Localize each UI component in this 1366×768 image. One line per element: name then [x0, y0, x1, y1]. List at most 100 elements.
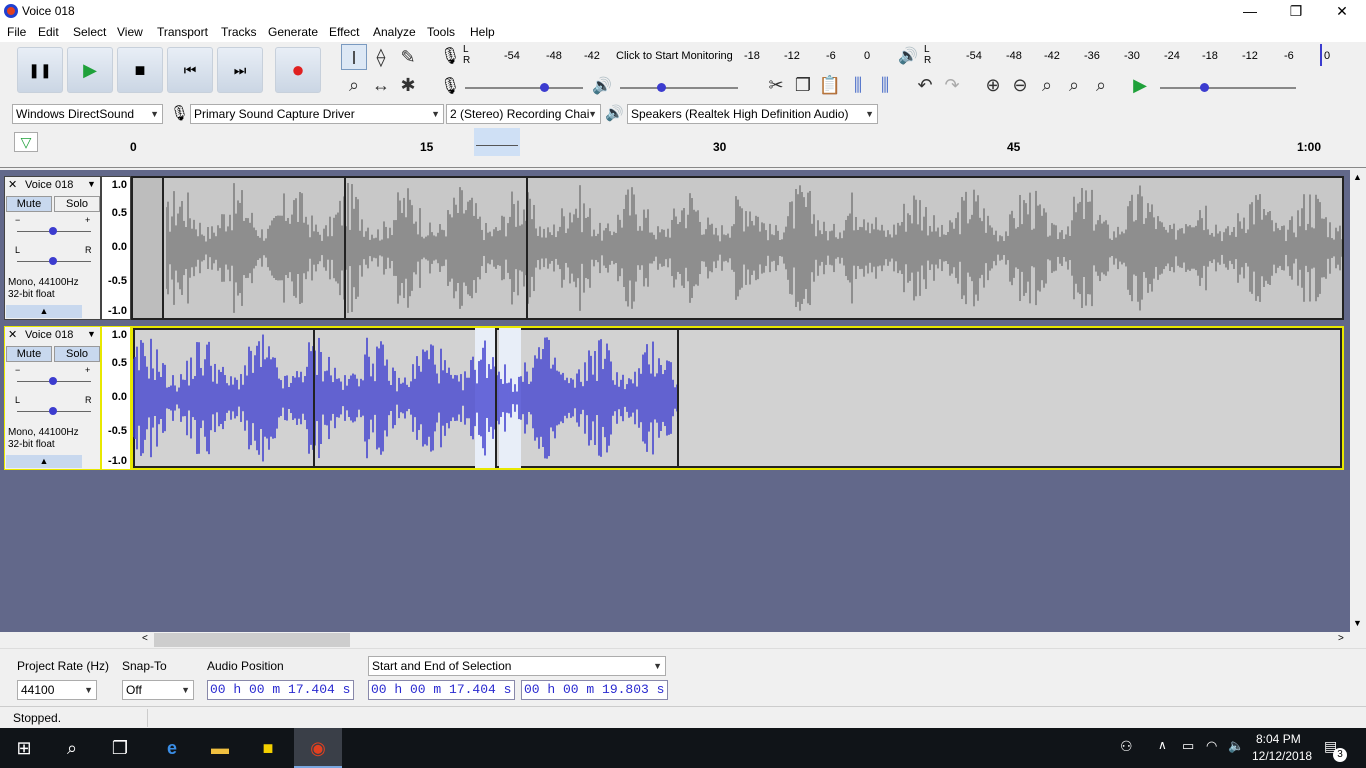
silence-button[interactable]: ⫼: [872, 72, 898, 98]
zoom-in-button[interactable]: ⊕: [980, 72, 1006, 98]
maximize-button[interactable]: ❐: [1273, 0, 1319, 22]
timeline-ruler[interactable]: ▽ 0 15 30 45 1:00: [0, 128, 1366, 168]
copy-button[interactable]: ❐: [790, 72, 816, 98]
undo-button[interactable]: ↶: [912, 72, 938, 98]
menu-view[interactable]: View: [117, 25, 143, 39]
chevron-down-icon[interactable]: ▼: [87, 179, 96, 189]
project-rate-select[interactable]: 44100 ▼: [17, 680, 97, 700]
record-volume-slider[interactable]: [465, 87, 583, 89]
paste-button[interactable]: 📋: [817, 72, 843, 98]
playback-volume-thumb[interactable]: [657, 83, 666, 92]
trim-button[interactable]: ⫼: [845, 72, 871, 98]
envelope-tool-button[interactable]: ⟠: [368, 44, 394, 70]
clock-time[interactable]: 8:04 PM: [1256, 732, 1301, 746]
start-button[interactable]: ⊞: [0, 728, 48, 768]
zoom-tool-button[interactable]: ⌕: [341, 72, 367, 98]
recording-device-select[interactable]: Primary Sound Capture Driver ▼: [190, 104, 444, 124]
volume-icon[interactable]: 🔈: [1228, 738, 1244, 754]
horizontal-scroll-thumb[interactable]: [154, 633, 350, 647]
track-waveform[interactable]: [131, 176, 1344, 320]
close-track-icon[interactable]: ✕: [8, 178, 17, 191]
menu-select[interactable]: Select: [73, 25, 106, 39]
collapse-track-button[interactable]: ▲: [6, 305, 82, 318]
gain-slider-thumb[interactable]: [49, 377, 57, 385]
skip-to-start-button[interactable]: ⏮: [167, 47, 213, 93]
audacity-taskbar-button[interactable]: ◉: [294, 728, 342, 768]
audio-clip[interactable]: [497, 328, 679, 468]
draw-tool-button[interactable]: ✎: [395, 44, 421, 70]
track-panel[interactable]: ✕ Voice 018 ▼ Mute Solo − + L R Mono, 44…: [0, 170, 1350, 632]
time-shift-tool-button[interactable]: ↔: [368, 72, 394, 98]
recording-channels-select[interactable]: 2 (Stereo) Recording Chai ▼: [446, 104, 601, 124]
mute-button[interactable]: Mute: [6, 196, 52, 212]
fit-selection-button[interactable]: ⌕: [1034, 72, 1060, 98]
track-name-menu[interactable]: Voice 018: [25, 329, 73, 341]
people-icon[interactable]: ⚇: [1120, 738, 1133, 755]
scroll-right-icon[interactable]: >: [1338, 633, 1344, 644]
solo-button[interactable]: Solo: [54, 196, 100, 212]
playback-device-select[interactable]: Speakers (Realtek High Definition Audio)…: [627, 104, 878, 124]
play-at-speed-button[interactable]: ▶: [1127, 72, 1153, 98]
scroll-up-icon[interactable]: ▲: [1353, 172, 1362, 182]
cut-button[interactable]: ✂: [763, 72, 789, 98]
audio-host-select[interactable]: Windows DirectSound ▼: [12, 104, 163, 124]
vertical-scale[interactable]: 1.0 0.5 0.0 -0.5 -1.0: [101, 326, 131, 470]
skip-to-end-button[interactable]: ⏭: [217, 47, 263, 93]
menu-help[interactable]: Help: [470, 25, 495, 39]
edge-taskbar-button[interactable]: e: [148, 728, 196, 768]
ruler-selection-region[interactable]: [474, 128, 520, 156]
menu-effect[interactable]: Effect: [329, 25, 359, 39]
close-track-icon[interactable]: ✕: [8, 328, 17, 341]
sticky-notes-taskbar-button[interactable]: ■: [244, 728, 292, 768]
mute-button[interactable]: Mute: [6, 346, 52, 362]
collapse-track-button[interactable]: ▲: [6, 455, 82, 468]
track-name-menu[interactable]: Voice 018: [25, 179, 73, 191]
vertical-scrollbar[interactable]: ▲ ▼: [1350, 170, 1366, 632]
close-button[interactable]: ✕: [1319, 0, 1365, 22]
solo-button[interactable]: Solo: [54, 346, 100, 362]
search-button[interactable]: ⌕: [48, 728, 96, 768]
redo-button[interactable]: ↷: [939, 72, 965, 98]
menu-tools[interactable]: Tools: [427, 25, 455, 39]
audio-clip[interactable]: [164, 178, 346, 318]
snap-to-select[interactable]: Off ▼: [122, 680, 194, 700]
playback-volume-slider[interactable]: [620, 87, 738, 89]
wifi-icon[interactable]: ◠: [1206, 738, 1217, 754]
menu-edit[interactable]: Edit: [38, 25, 59, 39]
stop-button[interactable]: ■: [117, 47, 163, 93]
audio-clip[interactable]: [133, 328, 315, 468]
selection-mode-select[interactable]: Start and End of Selection ▼: [368, 656, 666, 676]
play-speed-thumb[interactable]: [1200, 83, 1209, 92]
record-button[interactable]: ●: [275, 47, 321, 93]
task-view-button[interactable]: ❐: [96, 728, 144, 768]
battery-icon[interactable]: ▭: [1182, 738, 1194, 754]
zoom-out-button[interactable]: ⊖: [1007, 72, 1033, 98]
scroll-left-icon[interactable]: <: [142, 633, 148, 644]
pan-slider-thumb[interactable]: [49, 257, 57, 265]
menu-tracks[interactable]: Tracks: [221, 25, 257, 39]
menu-transport[interactable]: Transport: [157, 25, 208, 39]
pan-slider-thumb[interactable]: [49, 407, 57, 415]
menu-analyze[interactable]: Analyze: [373, 25, 416, 39]
track-waveform[interactable]: [131, 326, 1344, 470]
pause-button[interactable]: ❚❚: [17, 47, 63, 93]
minimize-button[interactable]: —: [1227, 0, 1273, 22]
chevron-up-icon[interactable]: ∧: [1158, 738, 1167, 752]
play-meter[interactable]: -54 -48 -42 -36 -30 -24 -18 -12 -6 0: [934, 46, 1338, 66]
vertical-scale[interactable]: 1.0 0.5 0.0 -0.5 -1.0: [101, 176, 131, 320]
zoom-toggle-button[interactable]: ⌕: [1088, 72, 1114, 98]
horizontal-scrollbar[interactable]: < >: [140, 632, 1350, 648]
menu-file[interactable]: File: [7, 25, 26, 39]
scroll-down-icon[interactable]: ▼: [1353, 618, 1362, 628]
selection-start-field[interactable]: 00 h 00 m 17.404 s: [368, 680, 515, 700]
record-volume-thumb[interactable]: [540, 83, 549, 92]
chevron-down-icon[interactable]: ▼: [87, 329, 96, 339]
selection-tool-button[interactable]: I: [341, 44, 367, 70]
play-head-button[interactable]: ▽: [14, 132, 38, 152]
audio-position-field[interactable]: 00 h 00 m 17.404 s: [207, 680, 354, 700]
clock-date[interactable]: 12/12/2018: [1252, 749, 1312, 763]
gain-slider-thumb[interactable]: [49, 227, 57, 235]
record-meter[interactable]: -54 -48 -42 Click to Start Monitoring -1…: [474, 46, 874, 66]
file-explorer-taskbar-button[interactable]: ▬: [196, 728, 244, 768]
selection-end-field[interactable]: 00 h 00 m 19.803 s: [521, 680, 668, 700]
